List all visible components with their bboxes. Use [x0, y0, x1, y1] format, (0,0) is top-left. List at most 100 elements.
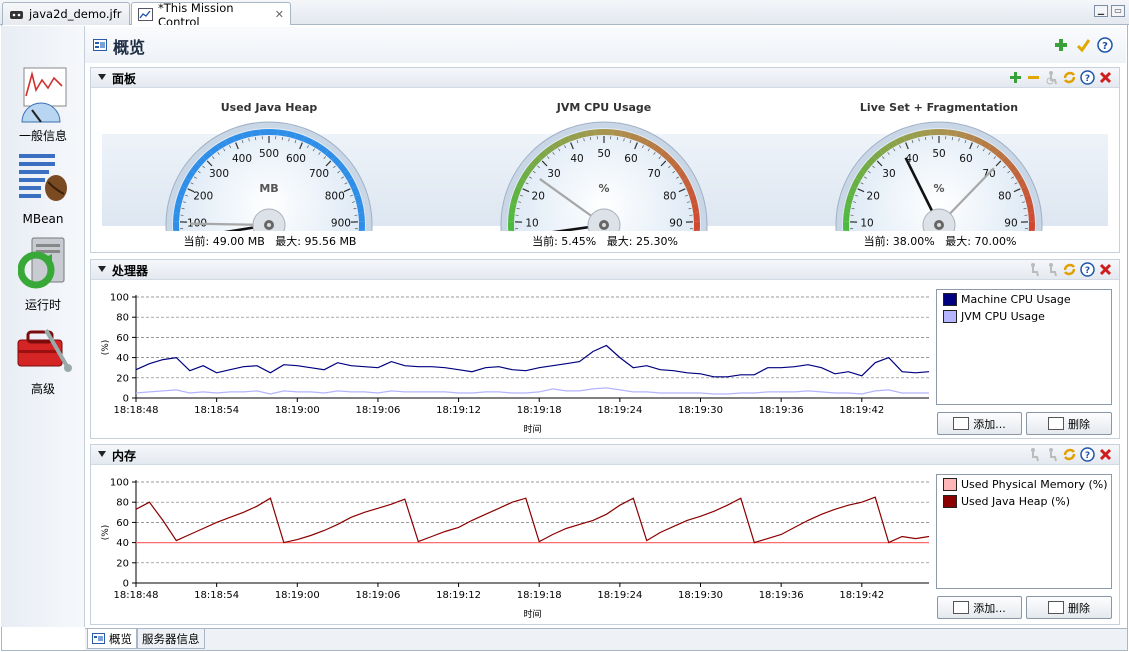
gauge-arc-segment — [920, 129, 931, 137]
add-series-button[interactable]: 添加... — [937, 596, 1022, 619]
button-label: 删除 — [1068, 601, 1090, 615]
remove-series-button[interactable]: 删除 — [1026, 596, 1112, 619]
accessibility-icon[interactable] — [1026, 262, 1041, 277]
y-tick-label: 0 — [123, 579, 129, 590]
accessibility-icon[interactable] — [1044, 262, 1059, 277]
gauge-tick — [346, 253, 353, 254]
tab-server-info[interactable]: 服务器信息 — [137, 629, 205, 649]
y-tick-label: 60 — [116, 518, 129, 529]
legend-swatch — [943, 478, 957, 491]
gauge-arc-segment — [358, 212, 365, 222]
apply-icon[interactable] — [1075, 37, 1091, 53]
gauge-footer: 当前: 38.00% 最大: 70.00% — [820, 233, 1060, 249]
gauge-arc-segment — [677, 169, 688, 181]
x-tick-label: 18:19:42 — [839, 590, 884, 601]
close-icon[interactable] — [1098, 447, 1113, 462]
remove-series-button[interactable]: 删除 — [1026, 412, 1112, 435]
add-series-button[interactable]: 添加... — [937, 412, 1022, 435]
gauge-arc-segment — [843, 212, 850, 222]
gauge-arc-segment — [342, 169, 353, 181]
button-label: 删除 — [1068, 417, 1090, 431]
x-tick-label: 18:19:36 — [759, 405, 804, 416]
collapse-triangle-icon[interactable] — [98, 451, 106, 457]
x-tick-label: 18:19:06 — [355, 590, 400, 601]
nav-item-general-info[interactable]: 一般信息 — [1, 66, 85, 146]
refresh-icon[interactable] — [1062, 262, 1077, 277]
gauge-arc-segment — [173, 203, 182, 214]
tab-label: 概览 — [109, 631, 132, 646]
gauge-hub-dot — [267, 223, 271, 227]
tab-mission-control[interactable]: *This Mission Control ✕ — [131, 1, 291, 29]
nav-item-advanced[interactable]: 高级 — [1, 322, 85, 402]
close-icon[interactable]: ✕ — [275, 8, 284, 21]
nav-item-runtime[interactable]: 运行时 — [1, 236, 85, 316]
close-icon[interactable] — [1098, 262, 1113, 277]
legend-item[interactable]: Used Physical Memory (%) — [943, 478, 1108, 491]
section-title: 处理器 — [112, 264, 149, 278]
x-tick-label: 18:18:48 — [114, 405, 159, 416]
accessibility-icon[interactable] — [1026, 447, 1041, 462]
tab-java2d-demo[interactable]: java2d_demo.jfr — [2, 2, 130, 25]
gauge-arc-segment — [637, 135, 649, 146]
gauge-arc-segment — [310, 139, 322, 150]
gauge-arc-segment — [964, 132, 975, 142]
legend-label: Used Java Heap (%) — [961, 495, 1071, 508]
overview-icon — [93, 39, 107, 51]
gauge-tick-label: 50 — [597, 148, 610, 160]
refresh-icon[interactable] — [1062, 447, 1077, 462]
gauge-tick-label: 10 — [525, 217, 538, 229]
gauge-arc-segment — [689, 194, 698, 205]
y-tick-label: 40 — [116, 353, 129, 364]
gauge-tick-label: 20 — [867, 191, 880, 203]
gauge-arc-segment — [645, 139, 657, 150]
gauge-arc-segment — [972, 135, 984, 146]
legend-swatch — [943, 310, 957, 323]
y-tick-label: 20 — [116, 373, 129, 384]
y-axis-label: (%) — [101, 525, 111, 541]
gauge-arc-segment — [1021, 185, 1031, 197]
gauge-tick-label: 10 — [860, 217, 873, 229]
legend-swatch — [943, 495, 957, 508]
general-info-icon — [21, 67, 67, 123]
gauge-arc-segment — [185, 169, 196, 181]
gauge-arc-segment — [903, 132, 914, 142]
gauge-arc-segment — [851, 177, 861, 189]
gauge-arc-segment — [612, 129, 623, 137]
gauge-arc-segment — [947, 129, 958, 137]
legend-item[interactable]: Machine CPU Usage — [943, 293, 1071, 306]
section-header[interactable]: 内存 ? — [91, 445, 1119, 465]
collapse-triangle-icon[interactable] — [98, 266, 106, 272]
x-tick-label: 18:19:18 — [517, 405, 562, 416]
legend-item[interactable]: JVM CPU Usage — [943, 310, 1045, 323]
bottom-tab-bar: 概览 服务器信息 — [85, 628, 1127, 650]
accessibility-icon[interactable] — [1044, 447, 1059, 462]
tab-overview[interactable]: 概览 — [87, 629, 137, 649]
legend-item[interactable]: Used Java Heap (%) — [943, 495, 1070, 508]
help-icon[interactable]: ? — [1080, 262, 1095, 277]
help-icon[interactable]: ? — [1097, 37, 1113, 53]
gauge-tick-label: 700 — [309, 168, 329, 180]
add-icon[interactable] — [1053, 37, 1069, 53]
gauge-title: Used Java Heap — [220, 101, 318, 114]
gauge-arc-segment — [173, 212, 180, 222]
gauge-arc-segment — [621, 130, 632, 139]
section-header[interactable]: 处理器 ? — [91, 260, 1119, 280]
maximize-button[interactable]: ▭ — [1111, 5, 1125, 17]
nav-label: 运行时 — [24, 298, 61, 312]
gauge-arc-segment — [845, 194, 854, 205]
gauge-tick-label: 30 — [882, 168, 895, 180]
y-tick-label: 0 — [123, 394, 129, 405]
gauge-unit: % — [933, 182, 944, 195]
x-tick-label: 18:19:30 — [678, 590, 723, 601]
gauge-current: 当前: 5.45% — [532, 235, 597, 248]
help-icon[interactable]: ? — [1080, 447, 1095, 462]
gauge-arc-segment — [1028, 212, 1035, 222]
nav-item-mbean[interactable]: MBean — [1, 152, 85, 228]
page-header: 概览 ? — [85, 27, 1126, 63]
add-chart-icon — [953, 601, 970, 614]
gauge-arc-segment — [691, 203, 700, 214]
gauge-arc-segment — [855, 169, 866, 181]
minimize-button[interactable]: ▁ — [1094, 5, 1108, 17]
gauge-arc-segment — [1017, 177, 1027, 189]
x-tick-label: 18:19:24 — [597, 405, 642, 416]
